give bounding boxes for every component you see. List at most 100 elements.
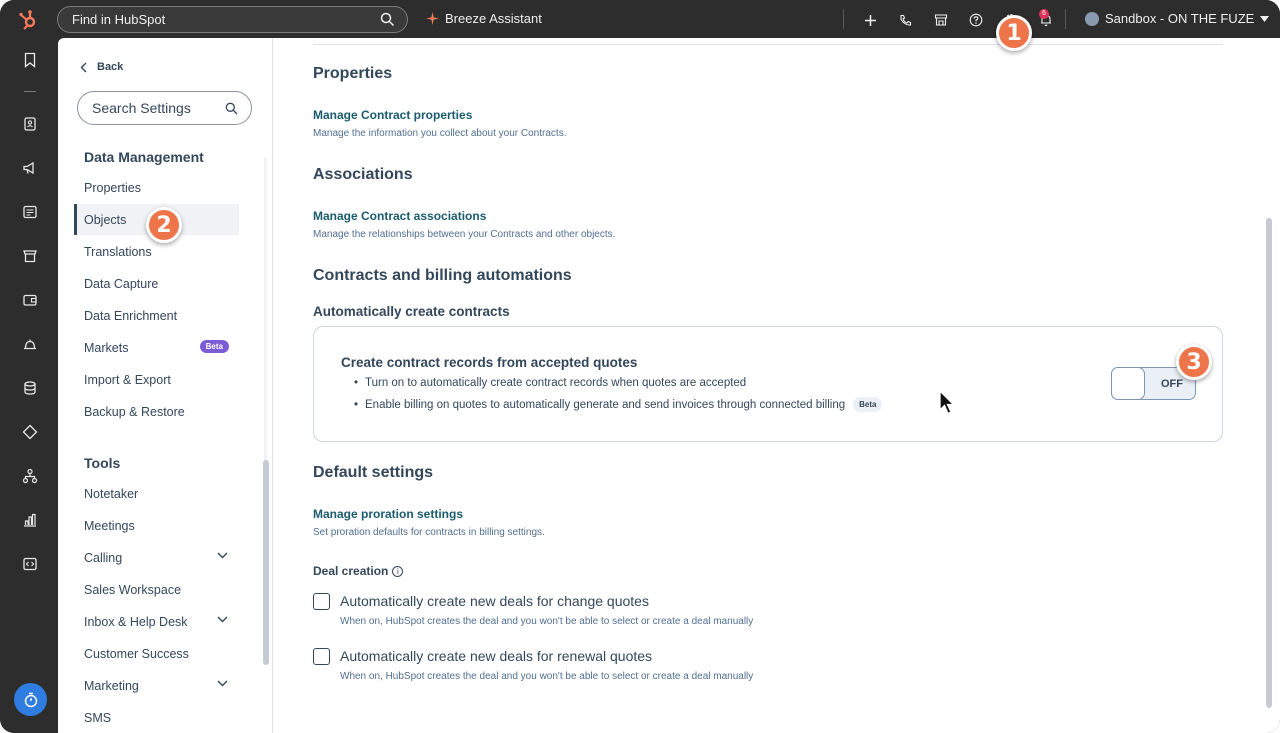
sidebar-item-import-export[interactable]: Import & Export xyxy=(74,364,239,395)
org-chart-icon[interactable] xyxy=(22,468,38,484)
sidebar-item-label: SMS xyxy=(84,710,112,725)
global-search-placeholder: Find in HubSpot xyxy=(72,12,166,27)
sidebar-item-meetings[interactable]: Meetings xyxy=(74,510,239,541)
sidebar-item-sms[interactable]: SMS xyxy=(74,702,239,733)
contacts-icon[interactable] xyxy=(22,116,38,132)
sidebar-item-label: Data Enrichment xyxy=(84,308,178,323)
change-quotes-checkbox[interactable] xyxy=(313,593,330,610)
wallet-icon[interactable] xyxy=(22,292,38,308)
beta-badge: Beta xyxy=(199,340,229,353)
settings-sidebar: Back Search Settings Data Management Pro… xyxy=(58,38,273,733)
avatar xyxy=(1085,11,1099,26)
sidebar-item-customer-success[interactable]: Customer Success xyxy=(74,638,239,669)
sidebar-item-notetaker[interactable]: Notetaker xyxy=(74,478,239,509)
automations-heading: Contracts and billing automations xyxy=(313,267,572,284)
help-button[interactable] xyxy=(958,9,993,31)
scrollbar-thumb[interactable] xyxy=(263,460,269,665)
sidebar-item-label: Sales Workspace xyxy=(84,582,182,597)
checkbox-help-text: When on, HubSpot creates the deal and yo… xyxy=(340,671,754,682)
info-icon[interactable]: i xyxy=(392,566,404,577)
renewal-quotes-checkbox[interactable] xyxy=(313,648,330,665)
account-menu[interactable]: Sandbox - ON THE FUZE xyxy=(1085,11,1270,26)
main-content: Properties Manage Contract properties Ma… xyxy=(273,38,1280,733)
checkbox-label[interactable]: Automatically create new deals for chang… xyxy=(340,593,649,609)
reports-icon[interactable] xyxy=(22,512,38,528)
app-window: Find in HubSpot Breeze Assistant 6 Sandb… xyxy=(0,0,1280,733)
sidebar-item-marketing[interactable]: Marketing xyxy=(74,670,239,701)
card-bullet: Turn on to automatically create contract… xyxy=(354,377,746,389)
toggle-knob xyxy=(1111,367,1145,400)
sidebar-item-calling[interactable]: Calling xyxy=(74,542,239,573)
sidebar-item-label: Markets xyxy=(84,340,129,355)
database-icon[interactable] xyxy=(22,380,38,396)
mouse-cursor-icon xyxy=(939,390,955,415)
calling-button[interactable] xyxy=(888,9,923,31)
sidebar-item-label: Calling xyxy=(84,550,123,565)
chevron-down-icon xyxy=(217,616,228,623)
sidebar-item-label: Meetings xyxy=(84,518,135,533)
sidebar-item-label: Notetaker xyxy=(84,486,139,501)
manage-contract-properties-link[interactable]: Manage Contract properties xyxy=(313,108,472,122)
sidebar-item-label: Import & Export xyxy=(84,372,171,387)
sidebar-item-label: Translations xyxy=(84,244,152,259)
associations-description: Manage the relationships between your Co… xyxy=(313,229,616,240)
rail-divider xyxy=(24,91,36,92)
deal-creation-label: Deal creation i xyxy=(313,564,404,578)
sidebar-item-label: Backup & Restore xyxy=(84,404,185,419)
sidebar-item-inbox-help-desk[interactable]: Inbox & Help Desk xyxy=(74,606,239,637)
sidebar-item-label: Objects xyxy=(84,212,127,227)
help-icon xyxy=(969,13,982,27)
settings-search-input[interactable]: Search Settings xyxy=(77,91,252,125)
sidebar-item-data-enrichment[interactable]: Data Enrichment xyxy=(74,300,239,331)
auto-create-contracts-card: Create contract records from accepted qu… xyxy=(313,326,1223,442)
step-marker-3: 3 xyxy=(1176,344,1212,380)
hubspot-logo-icon[interactable] xyxy=(18,9,40,31)
bookmark-icon[interactable] xyxy=(22,52,38,68)
sidebar-item-label: Data Capture xyxy=(84,276,159,291)
back-button[interactable]: Back xyxy=(80,61,123,73)
back-label: Back xyxy=(97,61,124,73)
settings-search-placeholder: Search Settings xyxy=(92,100,191,116)
chevron-down-icon xyxy=(217,552,228,559)
content-icon[interactable] xyxy=(22,204,38,220)
auto-create-contracts-heading: Automatically create contracts xyxy=(313,304,510,319)
default-settings-heading: Default settings xyxy=(313,464,434,481)
stopwatch-icon xyxy=(24,692,37,707)
add-button[interactable] xyxy=(853,9,888,31)
megaphone-icon[interactable] xyxy=(22,160,38,176)
properties-description: Manage the information you collect about… xyxy=(313,128,567,139)
card-bullet-text: Enable billing on quotes to automaticall… xyxy=(365,398,846,411)
nav-divider xyxy=(843,9,844,29)
deal-creation-text: Deal creation xyxy=(313,564,389,578)
sidebar-item-label: Inbox & Help Desk xyxy=(84,614,188,629)
sidebar-item-backup-restore[interactable]: Backup & Restore xyxy=(74,396,239,427)
sidebar-item-sales-workspace[interactable]: Sales Workspace xyxy=(74,574,239,605)
beta-badge: Beta xyxy=(853,397,883,412)
checkbox-help-text: When on, HubSpot creates the deal and yo… xyxy=(340,616,754,627)
developer-icon[interactable] xyxy=(22,556,38,572)
caret-down-icon xyxy=(1260,15,1270,22)
manage-contract-associations-link[interactable]: Manage Contract associations xyxy=(313,209,486,223)
notification-count-badge: 6 xyxy=(1039,9,1049,19)
marketplace-icon xyxy=(934,14,947,26)
manage-proration-settings-link[interactable]: Manage proration settings xyxy=(313,507,463,521)
sparkle-icon xyxy=(426,12,439,25)
chevron-left-icon xyxy=(80,62,87,72)
checkbox-label[interactable]: Automatically create new deals for renew… xyxy=(340,648,652,664)
breeze-assistant-button[interactable]: Breeze Assistant xyxy=(426,11,542,26)
commerce-icon[interactable] xyxy=(22,248,38,264)
sidebar-item-data-capture[interactable]: Data Capture xyxy=(74,268,239,299)
service-bell-icon[interactable] xyxy=(22,336,38,352)
global-search-input[interactable]: Find in HubSpot xyxy=(57,6,408,33)
sidebar-item-properties[interactable]: Properties xyxy=(74,172,239,203)
timer-button[interactable] xyxy=(14,683,47,716)
sidebar-item-markets[interactable]: Markets Beta xyxy=(74,332,239,363)
plus-icon xyxy=(865,14,876,26)
main-scrollbar-thumb[interactable] xyxy=(1266,218,1272,708)
search-icon xyxy=(225,102,238,115)
marketplace-button[interactable] xyxy=(923,9,958,31)
search-icon xyxy=(380,12,395,27)
sidebar-scrollbar[interactable] xyxy=(261,158,269,665)
automation-icon[interactable] xyxy=(22,424,38,440)
card-bullet: Enable billing on quotes to automaticall… xyxy=(354,397,883,412)
